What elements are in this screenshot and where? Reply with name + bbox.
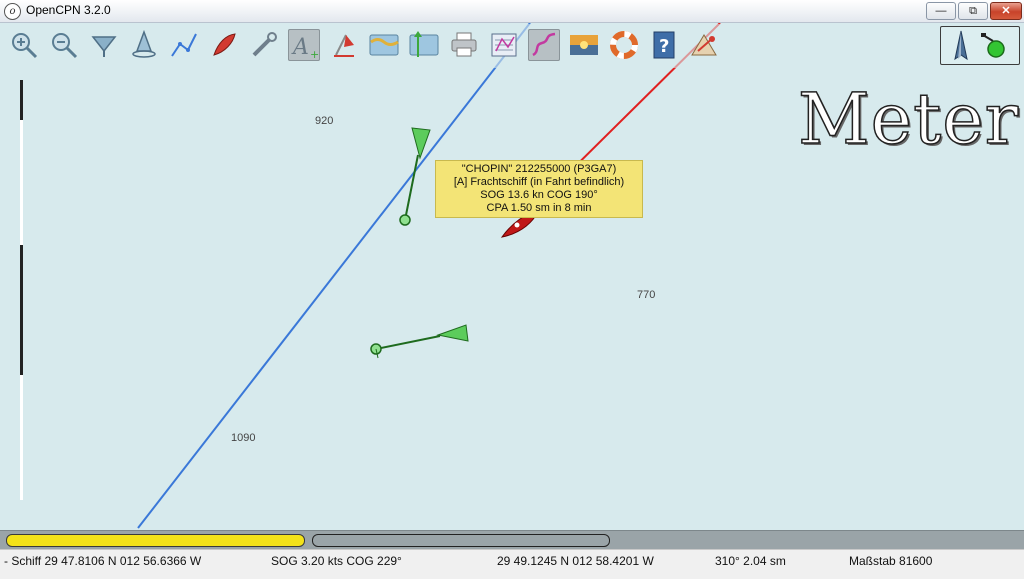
zoom-out-icon <box>52 33 78 59</box>
ais-button[interactable] <box>688 29 720 61</box>
chart-quilt-button[interactable] <box>88 29 120 61</box>
create-route-button[interactable] <box>168 29 200 61</box>
zoom-out-button[interactable] <box>48 29 80 61</box>
settings-icon <box>252 32 277 57</box>
status-cursor-position: 29 49.1245 N 012 58.4201 W <box>497 554 654 568</box>
tides-button[interactable] <box>368 29 400 61</box>
svg-text:?: ? <box>659 36 669 57</box>
mob-icon <box>610 31 638 59</box>
tooltip-cpa-line: CPA 1.50 sm in 8 min <box>486 202 592 214</box>
restore-icon: ⧉ <box>969 5 977 17</box>
window-title: OpenCPN 3.2.0 <box>26 3 111 17</box>
help-button[interactable]: ? <box>648 29 680 61</box>
current-tide-button[interactable] <box>328 29 360 61</box>
status-ship-position: - Schiff 29 47.8106 N 012 56.6366 W <box>4 554 202 568</box>
app-icon[interactable]: o <box>4 3 21 20</box>
print-icon <box>451 32 477 57</box>
zoom-in-icon <box>12 33 38 59</box>
chart-scale-bar <box>20 80 23 500</box>
depth-label: 770 <box>637 289 656 301</box>
track-icon <box>532 32 556 57</box>
create-route-icon <box>171 33 197 57</box>
text-toggle-icon: A + <box>291 35 319 61</box>
mob-button[interactable] <box>608 29 640 61</box>
color-scheme-button[interactable] <box>568 29 600 61</box>
close-icon: ✕ <box>1001 5 1011 17</box>
gps-status-icon <box>987 40 1005 58</box>
tooltip-name-line: "CHOPIN" 212255000 (P3GA7) <box>461 163 617 175</box>
currents-icon <box>409 31 439 57</box>
ais-target-tooltip: "CHOPIN" 212255000 (P3GA7) [A] Frachtsch… <box>435 160 643 218</box>
tooltip-sog-cog-line: SOG 13.6 kn COG 190° <box>480 189 598 201</box>
auto-follow-icon <box>213 33 236 56</box>
color-scheme-icon <box>570 35 598 55</box>
svg-text:+: + <box>310 48 319 61</box>
chart-bar <box>0 530 1024 549</box>
tides-icon <box>369 34 399 56</box>
ais-target-green-1[interactable] <box>399 127 431 226</box>
minimize-button[interactable]: — <box>926 2 956 20</box>
depth-unit-overlay: Meter <box>797 77 1020 161</box>
tooltip-type-line: [A] Frachtschiff (in Fahrt befindlich) <box>453 176 625 188</box>
depth-label: 1090 <box>231 432 256 444</box>
chart-quilt-icon <box>91 36 117 57</box>
print-button[interactable] <box>448 29 480 61</box>
status-sog-cog: SOG 3.20 kts COG 229° <box>271 554 402 568</box>
route-line[interactable] <box>137 23 531 529</box>
track-button[interactable] <box>528 29 560 61</box>
ais-target-green-2[interactable] <box>370 324 469 359</box>
chart-bar-other[interactable] <box>312 534 610 547</box>
depth-label: 920 <box>315 115 334 127</box>
status-bearing-distance: 310° 2.04 sm <box>715 554 786 568</box>
ship-centered-icon <box>132 29 156 58</box>
current-tide-icon <box>334 34 354 57</box>
compass-gps-status[interactable] <box>940 26 1020 65</box>
compass-gps-graphic <box>954 30 1005 61</box>
ship-centered-button[interactable] <box>128 29 160 61</box>
route-manager-button[interactable] <box>488 29 520 61</box>
close-button[interactable]: ✕ <box>990 2 1022 20</box>
ais-target-center-dot <box>514 222 520 228</box>
maximize-button[interactable]: ⧉ <box>958 2 988 20</box>
settings-button[interactable] <box>248 29 280 61</box>
title-bar: o OpenCPN 3.2.0 — ⧉ ✕ <box>0 0 1024 23</box>
status-bar: - Schiff 29 47.8106 N 012 56.6366 W SOG … <box>0 549 1024 579</box>
main-toolbar: A + ? <box>2 24 746 68</box>
minimize-icon: — <box>935 5 947 17</box>
ais-icon <box>691 34 717 56</box>
route-manager-icon <box>491 33 517 57</box>
currents-button[interactable] <box>408 29 440 61</box>
zoom-in-button[interactable] <box>8 29 40 61</box>
status-scale: Maßstab 81600 <box>849 554 933 568</box>
chart-bar-current[interactable] <box>6 534 305 547</box>
svg-text:A: A <box>291 35 309 60</box>
text-toggle-button[interactable]: A + <box>288 29 320 61</box>
auto-follow-button[interactable] <box>208 29 240 61</box>
help-icon: ? <box>653 31 675 59</box>
